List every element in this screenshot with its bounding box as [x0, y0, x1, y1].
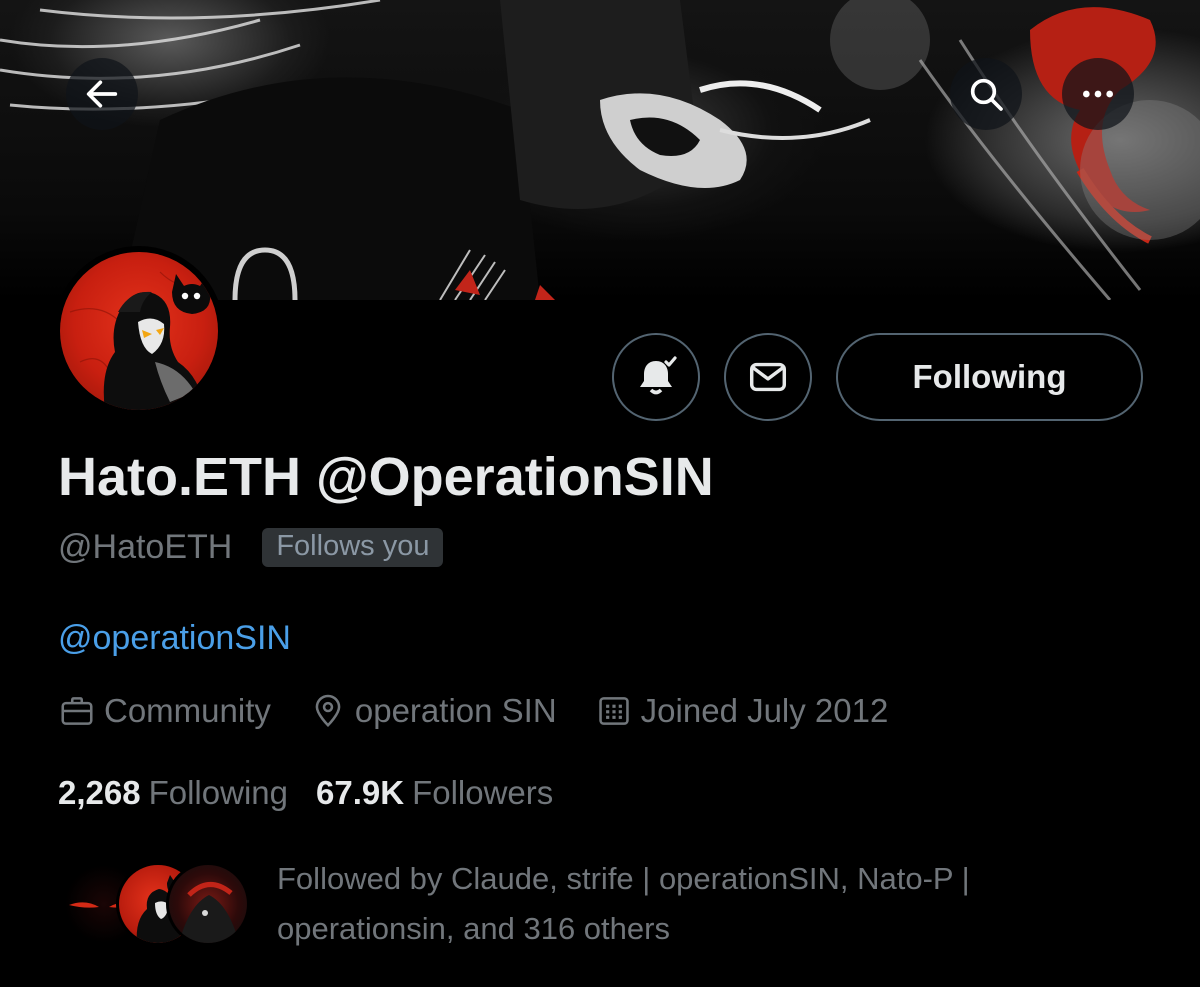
briefcase-icon [61, 697, 93, 725]
display-name: Hato.ETH @OperationSIN [58, 447, 714, 507]
follows-you-badge: Follows you [262, 528, 444, 567]
followers-count: 67.9K [316, 774, 405, 811]
location-label: operation SIN [354, 692, 557, 729]
profile-meta: Community operation SIN Joined July 2012 [58, 692, 926, 730]
following-stat-label: Following [148, 774, 288, 811]
mail-icon [749, 362, 787, 392]
category-label: Community [104, 692, 271, 729]
follower-avatar [166, 862, 250, 946]
meta-location: operation SIN [309, 692, 557, 730]
following-stat-link[interactable]: 2,268 Following [58, 774, 288, 812]
avatar-image [60, 252, 218, 410]
followed-by-avatars[interactable] [62, 862, 252, 948]
banner-artwork [0, 0, 1200, 300]
bio-mention-link[interactable]: @operationSIN [58, 619, 291, 658]
followers-stat-label: Followers [412, 774, 554, 811]
profile-avatar[interactable] [54, 246, 224, 416]
following-button[interactable]: Following [836, 333, 1143, 421]
more-horizontal-icon [1083, 90, 1113, 98]
search-button[interactable] [950, 58, 1022, 130]
followed-by-text[interactable]: Followed by Claude, strife | operationSI… [277, 854, 1077, 954]
message-button[interactable] [724, 333, 812, 421]
search-icon [970, 78, 1003, 111]
location-pin-icon [315, 694, 341, 728]
meta-joined: Joined July 2012 [595, 692, 889, 730]
avatar-illustration [69, 271, 211, 410]
meta-category: Community [58, 692, 271, 730]
following-count: 2,268 [58, 774, 141, 811]
handle-row: @HatoETH Follows you [58, 528, 444, 567]
follow-stats: 2,268 Following 67.9K Followers [58, 774, 581, 812]
handle: @HatoETH [58, 528, 233, 566]
more-options-button[interactable] [1062, 58, 1134, 130]
profile-banner[interactable] [0, 0, 1200, 300]
followers-stat-link[interactable]: 67.9K Followers [316, 774, 553, 812]
notifications-button[interactable] [612, 333, 700, 421]
follower-avatar-image [179, 882, 239, 943]
bell-check-icon [640, 356, 677, 395]
joined-label: Joined July 2012 [640, 692, 889, 729]
arrow-left-icon [86, 80, 118, 108]
back-button[interactable] [66, 58, 138, 130]
calendar-icon [598, 697, 629, 725]
